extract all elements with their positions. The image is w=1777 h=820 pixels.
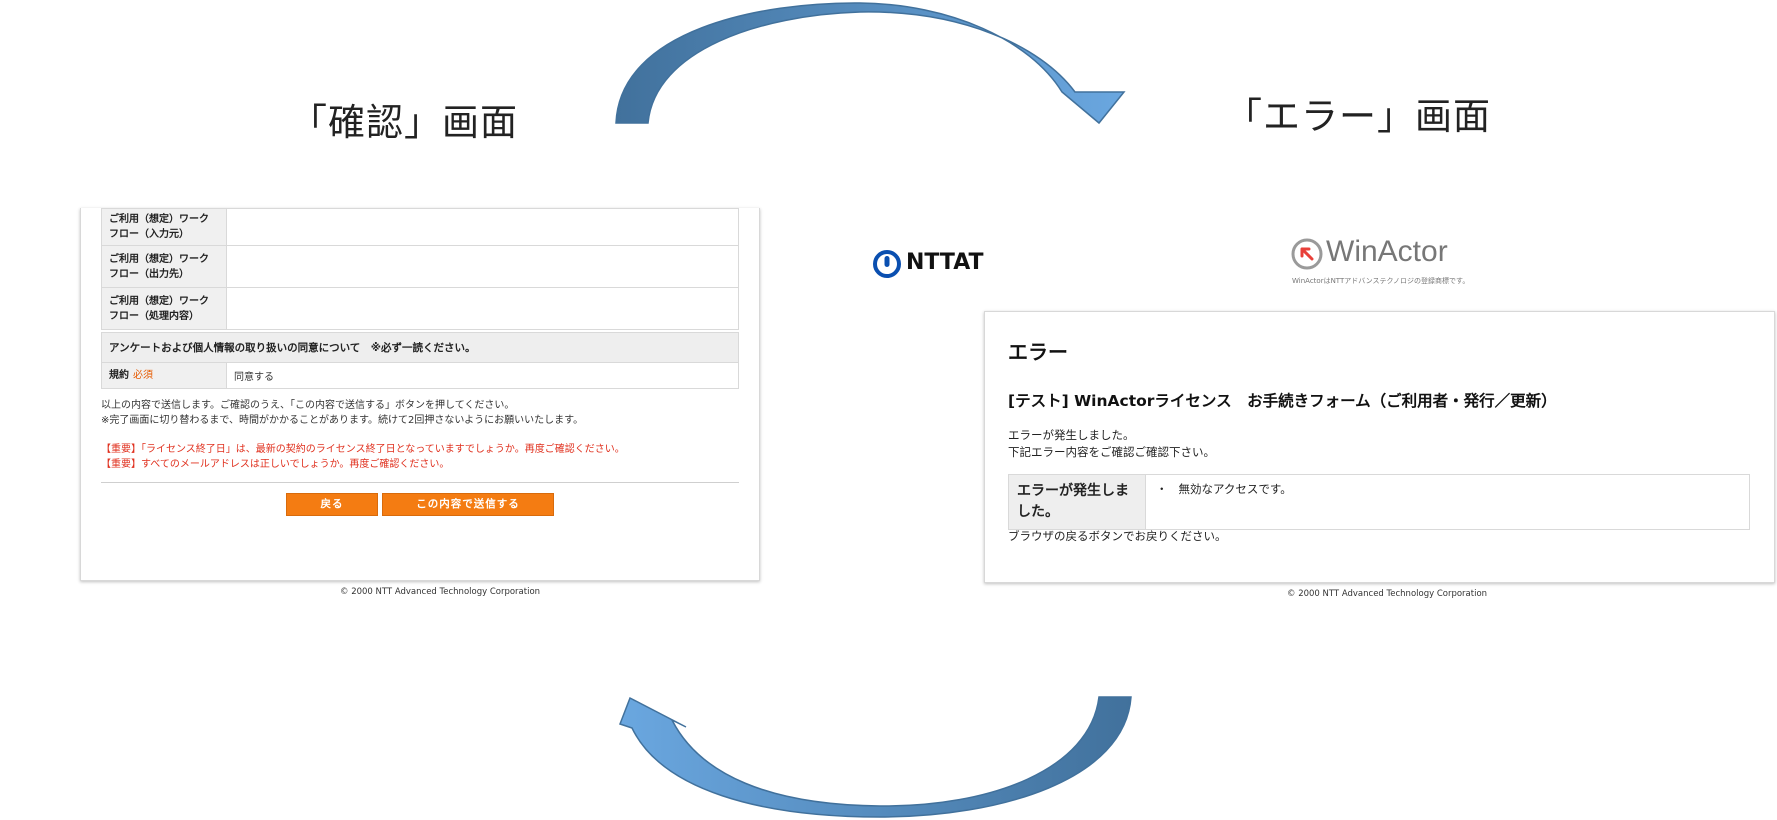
agreement-section-heading: アンケートおよび個人情報の取り扱いの同意について ※必ず一読ください。 (101, 332, 739, 363)
error-copyright: © 2000 NTT Advanced Technology Corporati… (1287, 589, 1488, 599)
error-message-line-1: エラーが発生しました。 (1008, 428, 1135, 442)
ntt-logo-text: NTTAT (906, 250, 984, 275)
submit-button[interactable]: この内容で送信する (382, 493, 554, 516)
error-message: エラーが発生しました。 下記エラー内容をご確認ご確認下さい。 (1008, 427, 1215, 461)
error-table-value: ・ 無効なアクセスです。 (1145, 474, 1750, 530)
winactor-logo-text: WinActor (1326, 235, 1448, 268)
confirm-note-1: 以上の内容で送信します。ご確認のうえ、「この内容で送信する」ボタンを押してくださ… (101, 400, 515, 411)
divider (101, 482, 739, 483)
row-value (226, 245, 739, 288)
top-curved-arrow (615, 2, 1126, 125)
agreement-label: 規約 必須 (101, 362, 227, 389)
row-value (226, 208, 739, 246)
row-label: ご利用（想定）ワーク フロー（入力元） (101, 208, 227, 246)
winactor-tagline: WinActorはNTTアドバンステクノロジの登録商標です。 (1292, 277, 1470, 285)
required-badge: 必須 (133, 370, 153, 381)
error-message-line-2: 下記エラー内容をご確認ご確認下さい。 (1008, 445, 1215, 459)
table-row: ご利用（想定）ワーク フロー（入力元） (101, 208, 739, 246)
warning-license-end: 【重要】「ライセンス終了日」は、最新の契約のライセンス終了日となっていますでしょ… (101, 444, 625, 455)
agreement-table: アンケートおよび個人情報の取り扱いの同意について ※必ず一読ください。 規約 必須… (101, 332, 739, 389)
error-heading: エラー (1008, 340, 1068, 364)
ntt-logo-icon (872, 249, 902, 279)
workflow-table: ご利用（想定）ワーク フロー（入力元） ご利用（想定）ワーク フロー（出力先） ご利… (101, 208, 739, 330)
form-title: [テスト] WinActorライセンス お手続きフォーム（ご利用者・発行／更新） (1008, 392, 1557, 410)
warning-email: 【重要】すべてのメールアドレスは正しいでしょうか。再度ご確認ください。 (101, 459, 450, 470)
agreement-value: 同意する (226, 362, 739, 389)
row-label: ご利用（想定）ワーク フロー（処理内容） (101, 287, 227, 330)
back-button[interactable]: 戻る (286, 493, 378, 516)
table-row: ご利用（想定）ワーク フロー（出力先） (101, 245, 739, 288)
row-label: ご利用（想定）ワーク フロー（出力先） (101, 245, 227, 288)
bottom-curved-arrow (619, 696, 1132, 818)
table-row: ご利用（想定）ワーク フロー（処理内容） (101, 287, 739, 330)
bullet: ・ (1156, 482, 1168, 496)
browser-back-note: ブラウザの戻るボタンでお戻りください。 (1008, 529, 1227, 543)
confirm-copyright: © 2000 NTT Advanced Technology Corporati… (340, 587, 541, 597)
confirm-note-2: ※完了画面に切り替わるまで、時間がかかることがあります。続けて2回押さないように… (101, 415, 584, 426)
row-value (226, 287, 739, 330)
invalid-access-text: 無効なアクセスです。 (1178, 482, 1292, 496)
winactor-logo-icon (1290, 237, 1324, 271)
error-screen-panel: エラー [テスト] WinActorライセンス お手続きフォーム（ご利用者・発行… (984, 311, 1775, 583)
error-table-label: エラーが発生しま した。 (1008, 474, 1146, 530)
confirm-screen-panel: ご利用（想定）ワーク フロー（入力元） ご利用（想定）ワーク フロー（出力先） ご利… (80, 208, 760, 581)
error-table: エラーが発生しま した。 ・ 無効なアクセスです。 (1008, 474, 1750, 530)
